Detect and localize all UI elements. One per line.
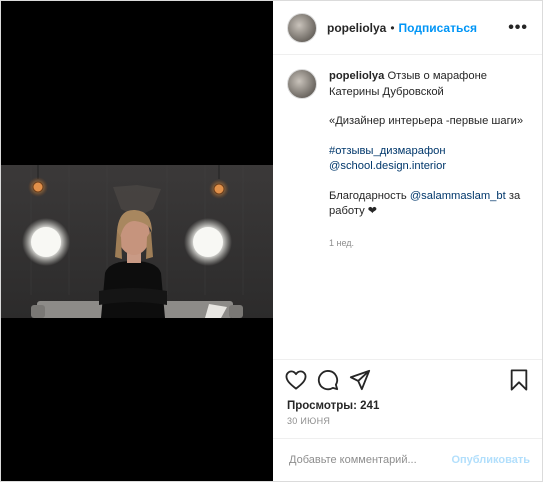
post-sidebar: popeliolya • Подписаться ••• popeliolya … xyxy=(273,1,542,481)
caption-time: 1 нед. xyxy=(329,237,355,248)
separator-dot: • xyxy=(390,20,395,35)
follow-button[interactable]: Подписаться xyxy=(399,21,477,35)
post-media[interactable] xyxy=(1,1,273,481)
video-frame[interactable] xyxy=(1,165,273,318)
school-mention-link[interactable]: @school.design.interior xyxy=(329,159,525,175)
post-header: popeliolya • Подписаться ••• xyxy=(273,1,542,55)
thanks-prefix: Благодарность xyxy=(329,189,410,202)
comment-icon xyxy=(317,370,339,391)
user-mention-link[interactable]: @salammaslam_bt xyxy=(410,190,506,202)
caption-username[interactable]: popeliolya xyxy=(329,70,384,82)
comment-button[interactable] xyxy=(315,367,341,393)
action-bar xyxy=(273,359,542,400)
like-button[interactable] xyxy=(283,367,309,393)
comment-form: Опубликовать xyxy=(273,438,542,481)
avatar[interactable] xyxy=(287,12,317,43)
instagram-post: popeliolya • Подписаться ••• popeliolya … xyxy=(0,0,543,482)
share-button[interactable] xyxy=(347,367,373,393)
bookmark-icon xyxy=(510,369,528,391)
post-date[interactable]: 30 ИЮНЯ xyxy=(273,412,542,438)
publish-button[interactable]: Опубликовать xyxy=(451,454,530,466)
heart-icon xyxy=(285,370,307,390)
save-button[interactable] xyxy=(506,367,532,393)
comment-input[interactable] xyxy=(287,453,452,467)
more-horizontal-icon[interactable]: ••• xyxy=(508,19,528,37)
caption-line2: «Дизайнер интерьера -первые шаги» xyxy=(329,115,524,127)
caption-avatar[interactable] xyxy=(287,69,317,99)
header-username[interactable]: popeliolya xyxy=(327,21,386,35)
hashtag-link[interactable]: #отзывы_дизмарафон xyxy=(329,144,525,160)
caption-block: popeliolya Отзыв о марафоне Катерины Дуб… xyxy=(273,55,542,359)
views-count[interactable]: Просмотры: 241 xyxy=(273,400,542,412)
video-scene-image xyxy=(1,165,273,318)
share-icon xyxy=(349,369,371,391)
caption-text: popeliolya Отзыв о марафоне Катерины Дуб… xyxy=(329,69,525,359)
